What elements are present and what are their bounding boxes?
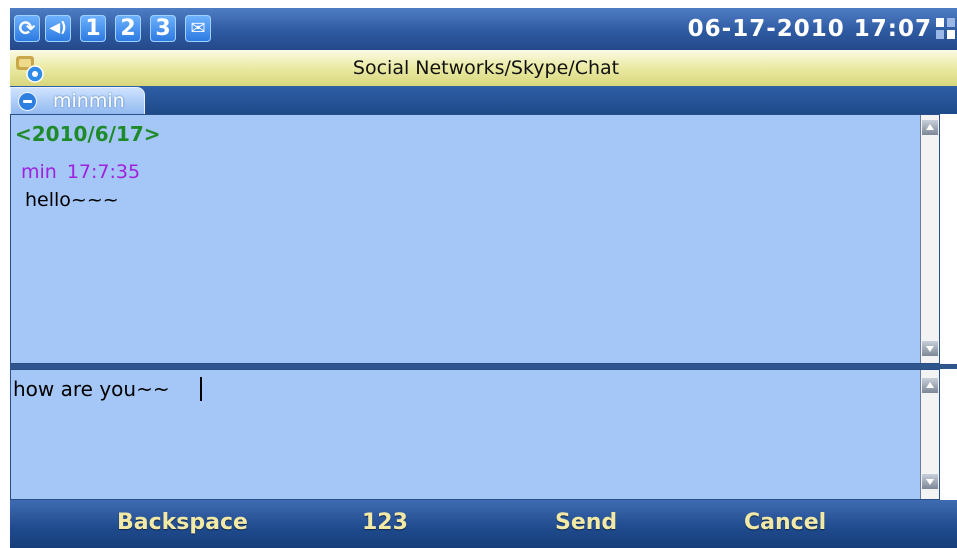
backspace-button[interactable]: Backspace: [117, 510, 248, 535]
phone-screen: ⟳ ◀) 1 2 3 ✉ 06-17-2010 17:07 Social Net…: [0, 0, 957, 548]
line-2-icon: 2: [115, 15, 141, 42]
page-title: Social Networks/Skype/Chat: [352, 57, 620, 79]
chat-bubble-icon: [18, 92, 37, 111]
history-scrollbar[interactable]: [920, 115, 939, 363]
message-input[interactable]: [11, 374, 895, 404]
scroll-down-arrow-icon[interactable]: [922, 474, 938, 489]
softkey-bar: Backspace 123 Send Cancel: [10, 500, 957, 548]
line-1-icon: 1: [80, 15, 106, 42]
status-bar: ⟳ ◀) 1 2 3 ✉ 06-17-2010 17:07: [10, 8, 957, 50]
cancel-button[interactable]: Cancel: [744, 510, 826, 535]
chat-date-header: <2010/6/17>: [15, 122, 161, 146]
tab-contact-minmin[interactable]: minmin: [10, 87, 145, 115]
text-cursor: [200, 377, 202, 401]
status-datetime: 06-17-2010 17:07: [687, 16, 932, 42]
message-input-area[interactable]: [10, 369, 940, 500]
scroll-down-arrow-icon[interactable]: [922, 341, 938, 356]
network-status-icon: [936, 18, 956, 40]
send-button[interactable]: Send: [555, 510, 617, 535]
input-mode-button[interactable]: 123: [362, 510, 408, 535]
chat-history[interactable]: <2010/6/17> min 17:7:35 hello~~~: [10, 114, 940, 364]
tab-strip: minmin: [10, 86, 957, 115]
scroll-up-arrow-icon[interactable]: [922, 120, 938, 135]
message-header: min 17:7:35: [21, 161, 150, 183]
volume-icon: ◀): [45, 15, 71, 42]
message-time: 17:7:35: [66, 161, 141, 183]
title-bar: Social Networks/Skype/Chat: [10, 50, 957, 86]
message-icon: ✉: [185, 15, 211, 42]
line-3-icon: 3: [150, 15, 176, 42]
sync-icon: ⟳: [14, 15, 40, 42]
tab-label: minmin: [53, 90, 125, 112]
message-text: hello~~~: [25, 189, 119, 211]
message-sender: min: [21, 161, 57, 183]
input-scrollbar[interactable]: [920, 370, 939, 499]
scroll-up-arrow-icon[interactable]: [922, 378, 938, 393]
